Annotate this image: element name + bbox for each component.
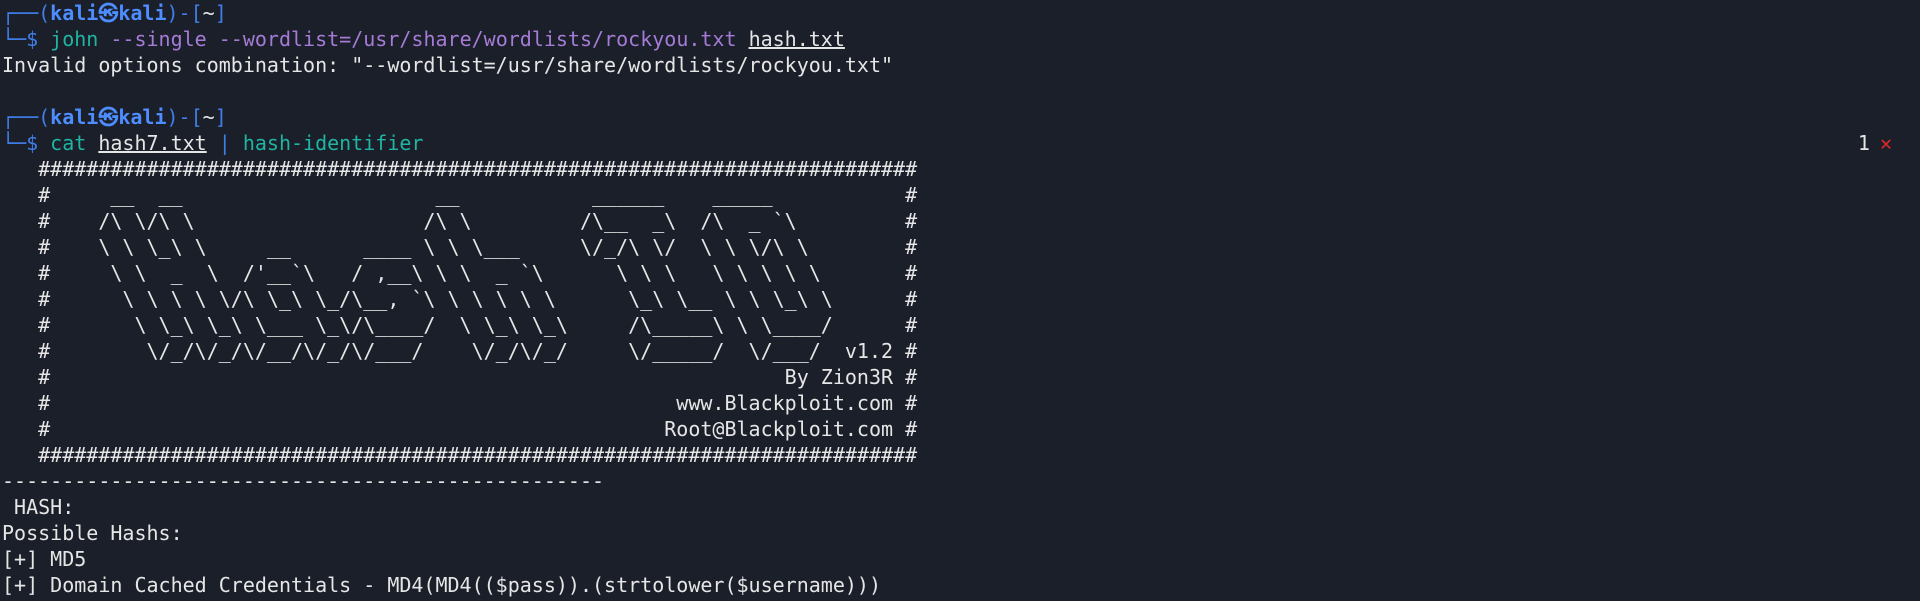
command-file-arg[interactable]: hash7.txt: [98, 131, 206, 155]
prompt-header-2: ┌──(kali㉿kali)-[~]: [2, 104, 1920, 130]
prompt-host: kali: [118, 105, 167, 129]
banner-line: # By Zion3R #: [2, 365, 918, 389]
prompt-frame: ┌──(: [2, 105, 51, 129]
command-name: john: [50, 27, 99, 51]
banner-line: ########################################…: [2, 443, 918, 467]
banner-line: # Root@Blackploit.com #: [2, 417, 918, 441]
banner-line: # \ \_\ \_\ \___ \_\/\____/ \ \_\ \_\ /\…: [2, 313, 918, 337]
prompt-dollar: └─$: [2, 27, 51, 51]
prompt-path: ~: [202, 1, 215, 25]
prompt-user: kali: [50, 105, 99, 129]
prompt-frame: )-[: [166, 105, 203, 129]
prompt-frame: ]: [214, 105, 227, 129]
exit-status: 1 ✕: [1858, 130, 1892, 156]
result-line: [+] MD5: [2, 547, 87, 571]
hash-label: HASH:: [2, 495, 87, 519]
banner-line: # \ \ _ \ /'__`\ / ,__\ \ \ _ `\ \ \ \ \…: [2, 261, 918, 285]
command-line-1: └─$ john --single --wordlist=/usr/share/…: [2, 26, 1920, 52]
pipe-symbol: |: [206, 131, 243, 155]
prompt-user: kali: [50, 1, 99, 25]
prompt-frame: ]: [214, 1, 227, 25]
prompt-at-symbol: ㉿: [98, 105, 119, 129]
exit-code: 1: [1857, 131, 1870, 155]
banner-line: # \ \ \_\ \ __ ____ \ \ \___ \/_/\ \/ \ …: [2, 235, 918, 259]
banner-line: ########################################…: [2, 157, 918, 181]
prompt-frame: )-[: [166, 1, 203, 25]
possible-hashes-label: Possible Hashs:: [2, 521, 183, 545]
terminal-window[interactable]: ┌──(kali㉿kali)-[~] └─$ john --single --w…: [0, 0, 1920, 601]
banner-line: # /\ \/\ \ /\ \ /\__ _\ /\ _ `\ #: [2, 209, 918, 233]
prompt-header-1: ┌──(kali㉿kali)-[~]: [2, 0, 1920, 26]
banner-line: # www.Blackploit.com #: [2, 391, 918, 415]
prompt-at-symbol: ㉿: [98, 1, 119, 25]
banner-line: # \/_/\/_/\/__/\/_/\/___/ \/_/\/_/ \/___…: [2, 339, 918, 363]
error-output: Invalid options combination: "--wordlist…: [2, 53, 894, 77]
prompt-path: ~: [202, 105, 215, 129]
command-name: cat: [50, 131, 87, 155]
command-line-2: └─$ cat hash7.txt | hash-identifier: [2, 130, 1920, 156]
banner-line: # \ \ \ \ \/\ \_\ \_/\__, `\ \ \ \ \ \ \…: [2, 287, 918, 311]
banner-line: # __ __ __ ______ _____ #: [2, 183, 918, 207]
prompt-dollar: └─$: [2, 131, 51, 155]
prompt-host: kali: [118, 1, 167, 25]
separator-line: ----------------------------------------…: [2, 469, 605, 493]
command-args: --single --wordlist=/usr/share/wordlists…: [98, 27, 749, 51]
error-x-icon: ✕: [1879, 131, 1892, 155]
command-file-arg[interactable]: hash.txt: [749, 27, 845, 51]
prompt-frame: ┌──(: [2, 1, 51, 25]
command-name-2: hash-identifier: [242, 131, 424, 155]
result-line: [+] Domain Cached Credentials - MD4(MD4(…: [2, 573, 881, 597]
